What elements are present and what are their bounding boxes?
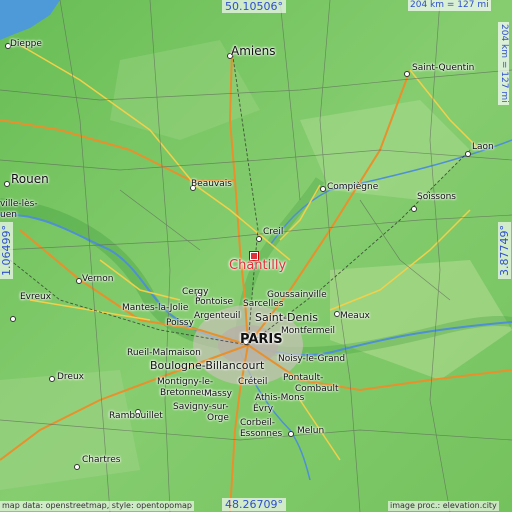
- place-label-target: Chantilly: [229, 258, 287, 273]
- place-label-poissy: Poissy: [166, 318, 194, 328]
- city-dot: [74, 464, 80, 470]
- place-label-cergy: Cergy: [182, 287, 209, 297]
- place-label-paris: PARIS: [240, 332, 283, 347]
- coord-right: 3.87749°: [498, 222, 511, 279]
- place-label-compiegne: Compiègne: [327, 182, 379, 192]
- place-label-noisy: Noisy-le-Grand: [278, 354, 346, 364]
- city-dot: [256, 236, 262, 242]
- place-label-essonnes: Essonnes: [240, 429, 283, 439]
- place-label-chartres: Chartres: [82, 455, 121, 465]
- city-dot: [288, 431, 294, 437]
- place-label-savigny: Savigny-sur-: [173, 402, 229, 412]
- place-label-meaux: Meaux: [340, 311, 370, 321]
- place-label-laon: Laon: [472, 142, 494, 152]
- city-dot: [320, 186, 326, 192]
- place-label-dieppe: Dieppe: [10, 39, 42, 49]
- credit-image-proc: image proc.: elevation.city: [388, 501, 499, 511]
- place-label-boulogne: Boulogne-Billancourt: [150, 359, 265, 372]
- place-label-montfermeil: Montfermeil: [281, 326, 336, 336]
- place-label-melun: Melun: [297, 426, 325, 436]
- place-label-argenteuil: Argenteuil: [194, 311, 241, 321]
- place-label-sarcelles: Sarcelles: [243, 299, 284, 309]
- place-label-corbeil: Corbeil-: [240, 418, 275, 428]
- credit-map-data: map data: openstreetmap, style: opentopo…: [0, 501, 194, 511]
- scale-vertical: 204 km = 127 mi: [498, 22, 509, 105]
- place-label-beauvais: Beauvais: [191, 179, 232, 189]
- place-label-rambouillet: Rambouillet: [109, 411, 163, 421]
- coord-top: 50.10506°: [222, 0, 286, 13]
- place-label-saint-quentin: Saint-Quentin: [412, 63, 475, 73]
- place-label-vernon: Vernon: [82, 274, 114, 284]
- place-label-saint-denis: Saint-Denis: [255, 311, 319, 324]
- place-label-montigny: Montigny-le-: [157, 377, 214, 387]
- place-label-pontault: Pontault-: [283, 373, 324, 383]
- city-dot: [4, 181, 10, 187]
- place-label-creteil: Créteil: [238, 377, 268, 387]
- place-label-rueil: Rueil-Malmaison: [127, 348, 201, 358]
- map-view[interactable]: Dieppe Amiens Saint-Quentin Laon Rouen v…: [0, 0, 512, 512]
- place-label-evreux: Evreux: [20, 292, 52, 302]
- city-dot: [10, 316, 16, 322]
- coord-left: 1.06499°: [0, 222, 13, 279]
- city-dot: [411, 206, 417, 212]
- place-label-rouen-partial2: uen: [0, 210, 17, 220]
- place-label-athis: Athis-Mons: [255, 393, 305, 403]
- coord-bottom: 48.26709°: [222, 498, 286, 511]
- place-label-evry: Évry: [253, 404, 274, 414]
- place-label-massy: Massy: [204, 389, 232, 399]
- place-label-pontoise: Pontoise: [195, 297, 234, 307]
- place-label-dreux: Dreux: [57, 372, 84, 382]
- place-label-rouen-partial: ville-lès-: [0, 199, 38, 209]
- place-label-creil: Creil: [263, 227, 284, 237]
- place-label-mantes: Mantes-la-Jolie: [122, 303, 189, 313]
- place-label-rouen: Rouen: [11, 172, 49, 186]
- city-dot: [49, 376, 55, 382]
- place-label-soissons: Soissons: [417, 192, 456, 202]
- city-dot: [404, 71, 410, 77]
- place-label-goussainville: Goussainville: [267, 290, 327, 300]
- place-label-amiens: Amiens: [231, 44, 276, 58]
- place-label-orge: Orge: [207, 413, 229, 423]
- scale-horizontal: 204 km = 127 mi: [408, 0, 491, 11]
- city-dot: [465, 151, 471, 157]
